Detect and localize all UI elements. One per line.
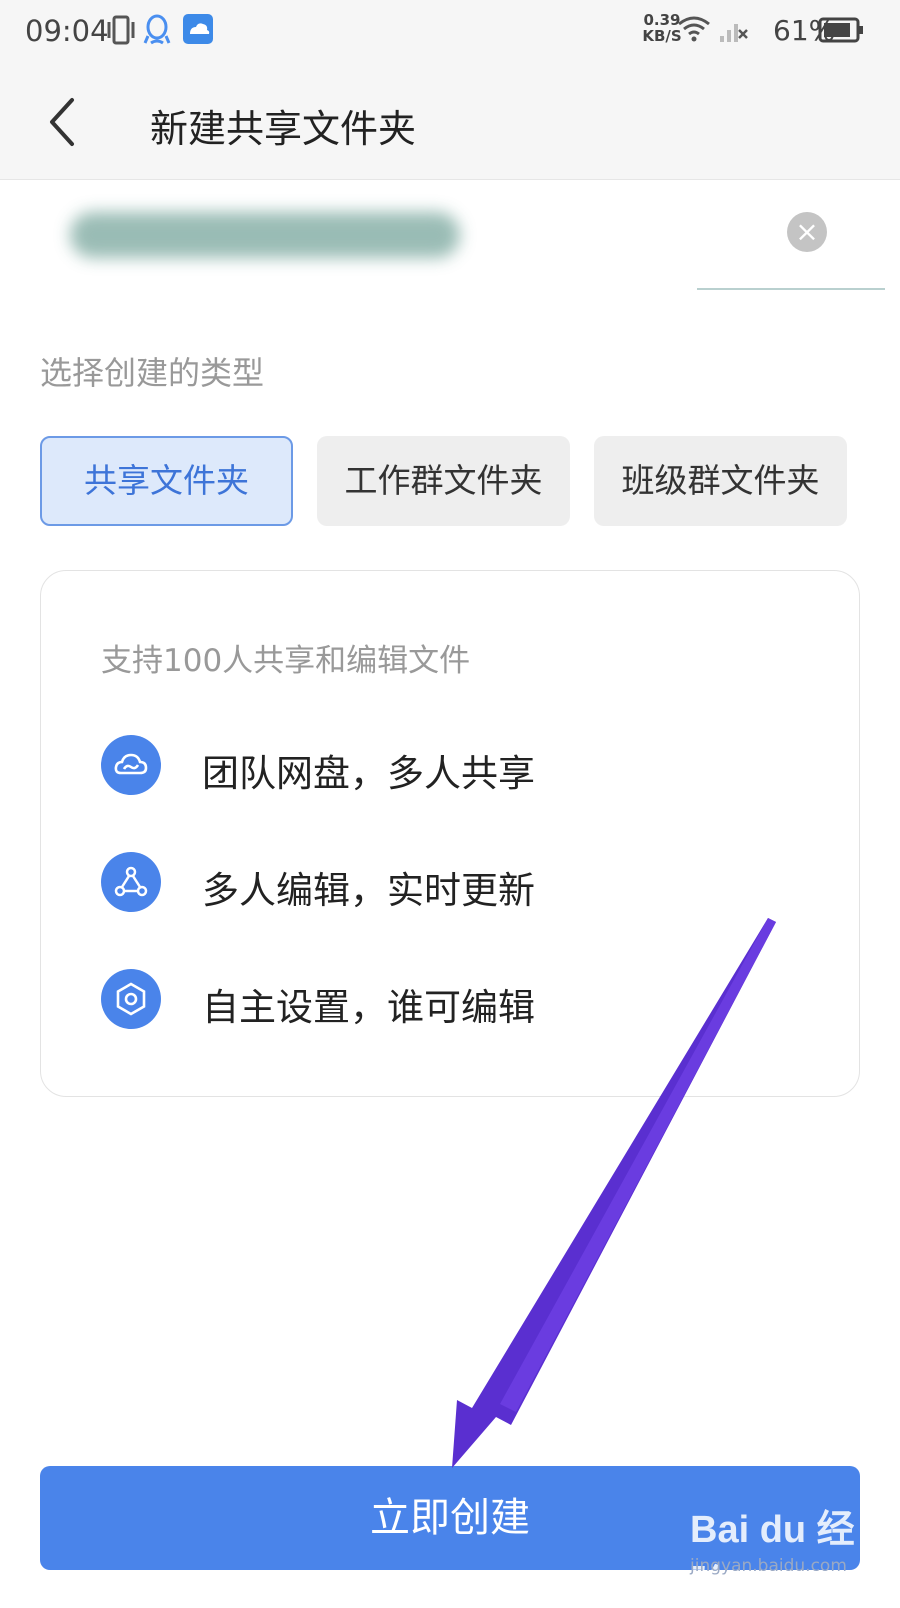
feature-item: 自主设置，谁可编辑 [101,969,801,1031]
wifi-icon [676,14,712,48]
cloud-app-icon [182,12,214,50]
input-underline [697,288,885,290]
clear-input-button[interactable]: × [787,212,827,252]
feature-item: 多人编辑，实时更新 [101,852,801,914]
qq-icon [142,12,172,52]
baidu-jingyan-watermark: Bai du 经验 jingyan.baidu.com [690,1498,890,1606]
feature-card-title: 支持100人共享和编辑文件 [101,643,471,679]
battery-icon [818,16,864,48]
type-option-work-group-folder[interactable]: 工作群文件夹 [317,436,570,526]
folder-name-field[interactable]: × [25,190,885,310]
status-bar: 09:04 0.39 KB/S 61% [0,0,900,64]
folder-name-blurred-text [70,212,460,258]
feature-text: 自主设置，谁可编辑 [202,986,535,1029]
type-option-class-group-folder[interactable]: 班级群文件夹 [594,436,847,526]
chevron-left-icon [50,98,74,146]
settings-hexagon-icon [101,969,161,1029]
cloud-icon [101,735,161,795]
feature-card: 支持100人共享和编辑文件 团队网盘，多人共享 多人编辑，实时更新 自主设置，谁… [40,570,860,1097]
feature-text: 团队网盘，多人共享 [202,752,535,795]
close-icon: × [795,215,819,248]
back-button[interactable] [40,94,90,150]
title-bar: 新建共享文件夹 [0,64,900,180]
type-option-shared-folder[interactable]: 共享文件夹 [40,436,293,526]
signal-icon [718,16,748,48]
status-time: 09:04 [25,14,109,48]
watermark-url: jingyan.baidu.com [690,1556,847,1576]
watermark-logo: Bai du 经验 [690,1509,855,1606]
page-title: 新建共享文件夹 [150,107,417,151]
vibrate-icon [106,12,136,52]
network-icon [101,852,161,912]
feature-item: 团队网盘，多人共享 [101,735,801,797]
feature-text: 多人编辑，实时更新 [202,869,535,912]
type-section-label: 选择创建的类型 [40,354,265,392]
